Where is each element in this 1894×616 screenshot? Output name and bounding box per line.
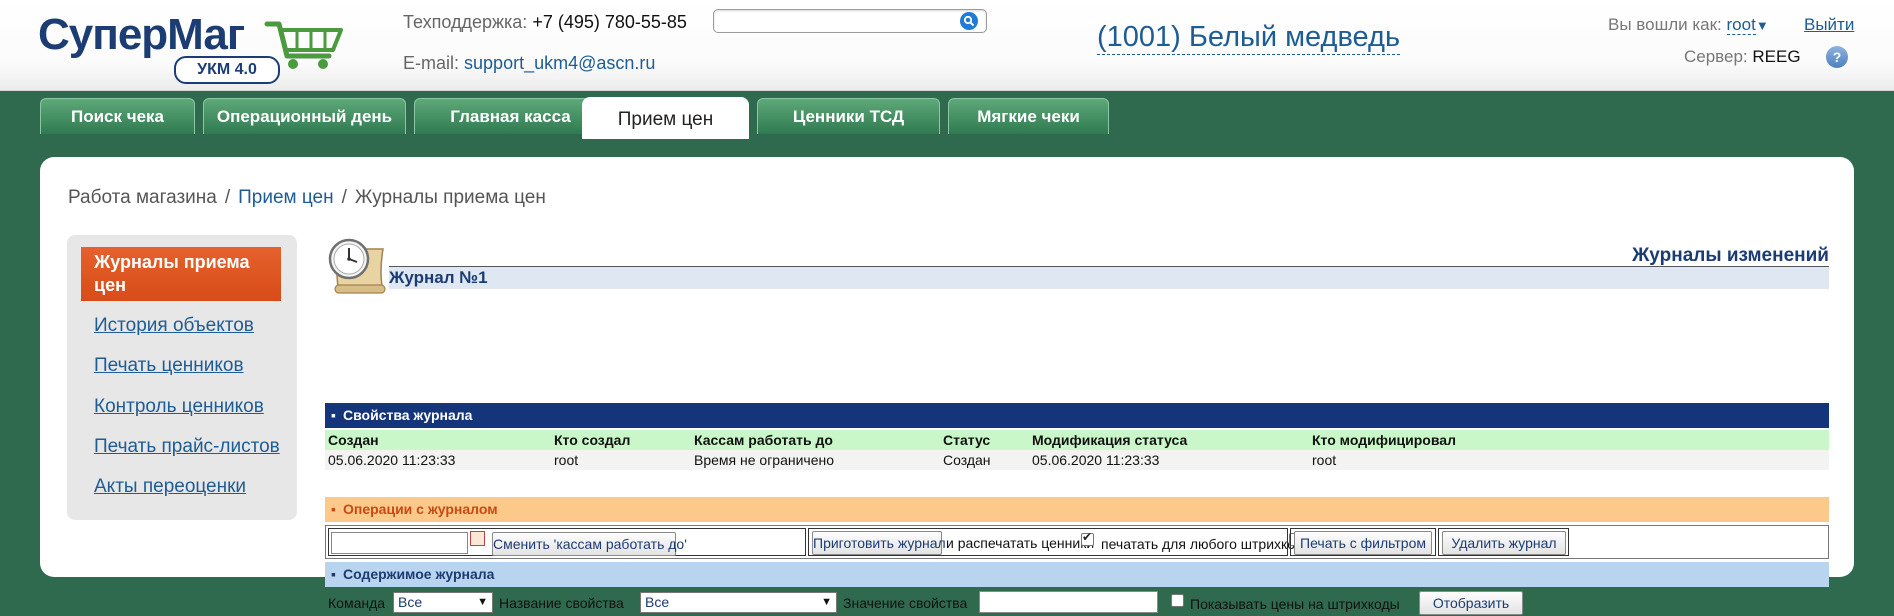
operations-row: Сменить 'кассам работать до' Приготовить… [325, 525, 1829, 559]
sidebar-item-price-journals[interactable]: Журналы приема цен [81, 247, 281, 301]
content-filter-row: Команда Все ▼ Название свойства Все ▼ Знач… [325, 590, 1829, 616]
tab-tsd-labels[interactable]: Ценники ТСД [757, 98, 940, 134]
journal-clock-icon [328, 238, 386, 294]
ops-group-filter-print: Печать с фильтром [1290, 528, 1436, 556]
cell-created-by: root [554, 452, 579, 468]
section-marker-icon: ▪ [331, 501, 336, 517]
col-modified-by: Кто модифицировал [1312, 432, 1456, 448]
server-info: Сервер: REEG [1684, 47, 1801, 66]
support-email-link[interactable]: support_ukm4@ascn.ru [464, 53, 655, 73]
cell-status: Создан [943, 452, 991, 468]
command-label: Команда [328, 595, 386, 611]
tab-soft-receipts[interactable]: Мягкие чеки [948, 98, 1109, 134]
col-created: Создан [328, 432, 379, 448]
version-badge: УКМ 4.0 [174, 56, 280, 84]
ops-group-date: Сменить 'кассам работать до' [328, 528, 806, 556]
cell-cash-work-until: Время не ограничено [694, 452, 835, 468]
journal-title-bar: Журнал №1 [389, 266, 1829, 289]
section-marker-icon: ▪ [331, 566, 336, 582]
table-row: 05.06.2020 11:23:33 root Время не ограни… [325, 450, 1829, 470]
delete-journal-button[interactable]: Удалить журнал [1442, 531, 1566, 555]
ops-group-prepare: Приготовить журнал и распечатать ценники… [808, 528, 1311, 556]
main-panel: Работа магазина / Прием цен / Журналы приема… [40, 157, 1854, 615]
checkmark-icon: ✔ [1082, 530, 1093, 544]
journal-content-section: ▪ Содержимое журнала [325, 562, 1829, 587]
property-value-label: Значение свойства [843, 595, 968, 611]
breadcrumb: Работа магазина / Прием цен / Журналы приема… [68, 187, 546, 208]
properties-table-header: Создан Кто создал Кассам работать до Ста… [325, 430, 1829, 450]
ops-group-delete: Удалить журнал [1438, 528, 1569, 556]
journal-operations-section: ▪ Операции с журналом [325, 497, 1829, 522]
support-email: E-mail: support_ukm4@ascn.ru [403, 53, 656, 73]
help-icon[interactable]: ? [1826, 46, 1848, 68]
store-selector[interactable]: (1001) Белый медведь [1097, 20, 1401, 55]
print-with-filter-button[interactable]: Печать с фильтром [1294, 531, 1432, 555]
col-status-modified: Модификация статуса [1032, 432, 1188, 448]
section-marker-icon: ▪ [331, 407, 336, 423]
journal-title: Журнал №1 [389, 268, 488, 287]
show-button[interactable]: Отобразить [1419, 591, 1523, 615]
chevron-down-icon[interactable]: ▼ [1756, 18, 1769, 33]
chevron-down-icon: ▼ [477, 596, 488, 608]
tab-price-receipt[interactable]: Прием цен [582, 97, 749, 139]
property-name-label: Название свойства [499, 595, 624, 611]
calendar-icon[interactable] [470, 531, 485, 546]
cell-status-modified: 05.06.2020 11:23:33 [1032, 452, 1160, 468]
breadcrumb-price-receipt-link[interactable]: Прием цен [238, 187, 333, 208]
col-cash-work-until: Кассам работать до [694, 432, 833, 448]
logout-link[interactable]: Выйти [1804, 15, 1854, 35]
chevron-down-icon: ▼ [821, 596, 832, 608]
sidebar: Журналы приема цен История объектов Печа… [67, 235, 297, 520]
col-status: Статус [943, 432, 991, 448]
search-input[interactable] [713, 9, 987, 33]
print-labels-label: и распечатать ценники [946, 535, 1095, 551]
sidebar-item-object-history[interactable]: История объектов [94, 315, 254, 337]
tab-operational-day[interactable]: Операционный день [203, 98, 406, 134]
cash-work-until-input[interactable] [331, 532, 468, 554]
property-value-input[interactable] [979, 591, 1158, 613]
tab-main-cash[interactable]: Главная касса [414, 98, 607, 134]
user-menu[interactable]: root [1726, 15, 1756, 35]
command-select[interactable]: Все ▼ [393, 592, 493, 613]
journal-properties-section: ▪ Свойства журнала [325, 403, 1829, 428]
show-barcode-prices-checkbox[interactable] [1171, 594, 1184, 607]
sidebar-item-revaluation-acts[interactable]: Акты переоценки [94, 476, 246, 498]
any-barcode-label: печатать для любого штрихкода [1101, 536, 1311, 552]
cell-created: 05.06.2020 11:23:33 [328, 452, 456, 468]
search-icon[interactable] [960, 12, 978, 30]
logo-text: СуперМаг [38, 10, 245, 59]
property-name-select[interactable]: Все ▼ [640, 592, 837, 613]
sidebar-item-print-labels[interactable]: Печать ценников [94, 355, 244, 377]
col-created-by: Кто создал [554, 432, 631, 448]
sidebar-item-label-control[interactable]: Контроль ценников [94, 396, 264, 418]
support-phone: Техподдержка: +7 (495) 780-55-85 [403, 12, 687, 32]
print-labels-checkbox[interactable]: ✔ [1081, 530, 1094, 546]
cell-modified-by: root [1312, 452, 1337, 468]
sidebar-item-print-price-lists[interactable]: Печать прайс-листов [94, 436, 280, 458]
changes-journals-title: Журналы изменений [1632, 245, 1829, 266]
show-barcode-prices-label: Показывать цены на штрихкоды [1190, 596, 1400, 612]
change-cash-work-until-button[interactable]: Сменить 'кассам работать до' [492, 532, 687, 556]
prepare-journal-button[interactable]: Приготовить журнал [812, 531, 946, 555]
breadcrumb-store-work: Работа магазина [68, 187, 217, 208]
tab-receipt-search[interactable]: Поиск чека [40, 98, 195, 134]
supermag-logo[interactable]: СуперМаг УКМ 4.0 [38, 10, 343, 84]
breadcrumb-current: Журналы приема цен [354, 187, 546, 208]
header: СуперМаг УКМ 4.0 Техподдержка: +7 (495) … [0, 0, 1894, 91]
user-info: Вы вошли как: root▼ [1608, 15, 1769, 35]
